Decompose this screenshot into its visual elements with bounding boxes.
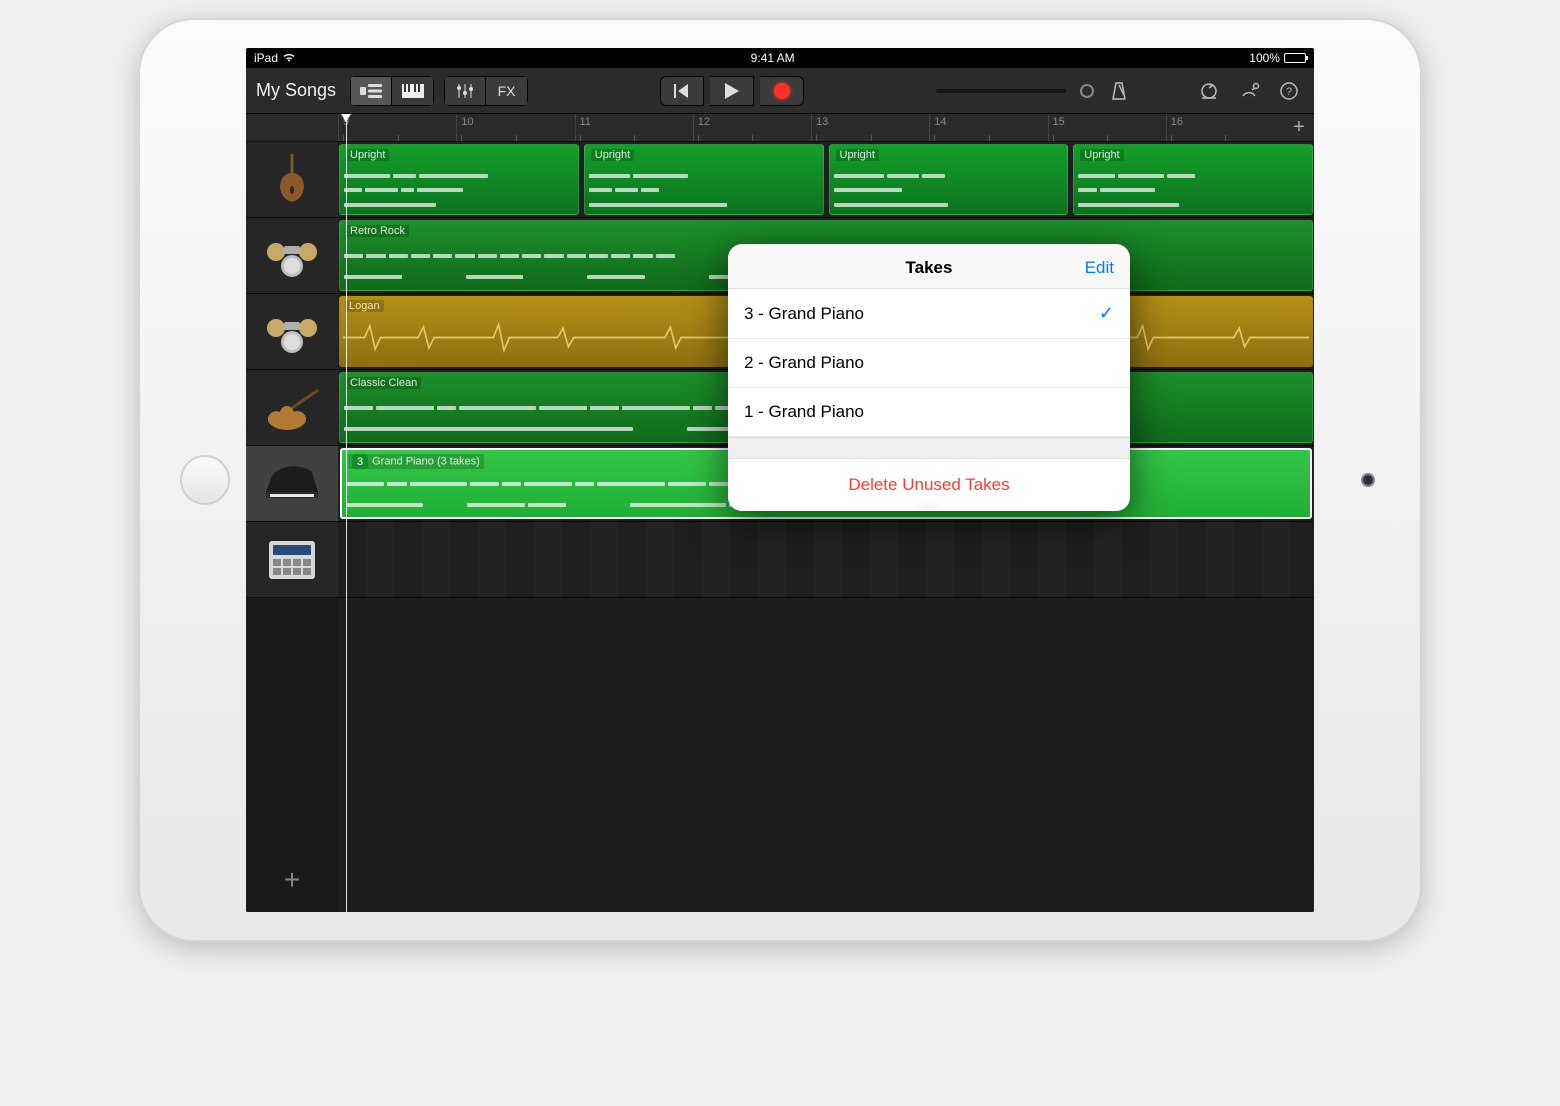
track-header-upright[interactable]: [246, 142, 338, 218]
device-label: iPad: [254, 51, 278, 65]
metronome-button[interactable]: [1104, 76, 1134, 106]
timeline: 9 10 11 12 13 14 15 16 + Upright Upright: [338, 114, 1314, 912]
rewind-button[interactable]: [660, 76, 704, 106]
clock: 9:41 AM: [751, 51, 795, 65]
delete-unused-takes-button[interactable]: Delete Unused Takes: [728, 459, 1130, 511]
region-upright-2[interactable]: Upright: [584, 144, 824, 215]
loop-button[interactable]: [1194, 76, 1224, 106]
takes-badge-label: 3Grand Piano (3 takes): [348, 454, 484, 469]
region-upright-4[interactable]: Upright: [1073, 144, 1313, 215]
home-button[interactable]: [180, 455, 230, 505]
track-header-sampler[interactable]: [246, 522, 338, 598]
popover-edit-button[interactable]: Edit: [1085, 258, 1114, 278]
content: + 9 10 11 12 13 14 15 16 + Upright: [246, 114, 1314, 912]
drum-kit-icon: [262, 226, 322, 286]
status-bar: iPad 9:41 AM 100%: [246, 48, 1314, 68]
ruler[interactable]: 9 10 11 12 13 14 15 16 +: [338, 114, 1314, 142]
popover-header: Takes Edit: [728, 244, 1130, 289]
my-songs-button[interactable]: My Songs: [256, 80, 336, 101]
popover-pointer-icon: [917, 509, 941, 511]
fx-button[interactable]: FX: [486, 76, 528, 106]
region-upright-3[interactable]: Upright: [829, 144, 1069, 215]
help-button[interactable]: ?: [1274, 76, 1304, 106]
track-row-upright[interactable]: Upright Upright Upright Upright: [338, 142, 1314, 218]
battery-pct: 100%: [1249, 51, 1280, 65]
take-item-2[interactable]: 2 - Grand Piano: [728, 339, 1130, 388]
checkmark-icon: ✓: [1099, 303, 1114, 324]
takes-count-badge: 3: [352, 454, 368, 469]
take-item-1[interactable]: 1 - Grand Piano: [728, 388, 1130, 437]
region-upright-1[interactable]: Upright: [339, 144, 579, 215]
settings-button[interactable]: [1234, 76, 1264, 106]
track-row-sampler[interactable]: [338, 522, 1314, 598]
tracks-view-button[interactable]: [350, 76, 392, 106]
mixer-button[interactable]: [444, 76, 486, 106]
cello-icon: [262, 150, 322, 210]
ipad-frame: iPad 9:41 AM 100% My Songs: [140, 20, 1420, 940]
transport: [660, 76, 804, 106]
empty-area: [338, 598, 1314, 912]
track-header-piano[interactable]: [246, 446, 338, 522]
track-header-retro[interactable]: [246, 218, 338, 294]
drum-kit2-icon: [262, 302, 322, 362]
wifi-icon: [282, 51, 296, 65]
popover-title: Takes: [906, 258, 953, 277]
front-camera: [1361, 473, 1375, 487]
record-icon: [774, 83, 790, 99]
screen: iPad 9:41 AM 100% My Songs: [246, 48, 1314, 912]
track-header-classic[interactable]: [246, 370, 338, 446]
mix-group: FX: [444, 76, 528, 106]
piano-icon: [262, 454, 322, 514]
instrument-view-button[interactable]: [392, 76, 434, 106]
track-headers: +: [246, 114, 338, 912]
view-toggle: [350, 76, 434, 106]
take-item-3[interactable]: 3 - Grand Piano ✓: [728, 289, 1130, 339]
sampler-icon: [262, 530, 322, 590]
add-section-button[interactable]: +: [1284, 114, 1314, 141]
play-button[interactable]: [710, 76, 754, 106]
takes-popover: Takes Edit 3 - Grand Piano ✓ 2 - Grand P…: [728, 244, 1130, 511]
master-volume-slider[interactable]: [936, 89, 1066, 93]
record-button[interactable]: [760, 76, 804, 106]
takes-list: 3 - Grand Piano ✓ 2 - Grand Piano 1 - Gr…: [728, 289, 1130, 437]
add-track-button[interactable]: +: [246, 848, 338, 912]
track-header-logan[interactable]: [246, 294, 338, 370]
guitar-icon: [262, 378, 322, 438]
battery-icon: [1284, 53, 1306, 63]
toolbar: My Songs FX: [246, 68, 1314, 114]
svg-text:?: ?: [1286, 86, 1292, 98]
master-volume-knob[interactable]: [1080, 84, 1094, 98]
